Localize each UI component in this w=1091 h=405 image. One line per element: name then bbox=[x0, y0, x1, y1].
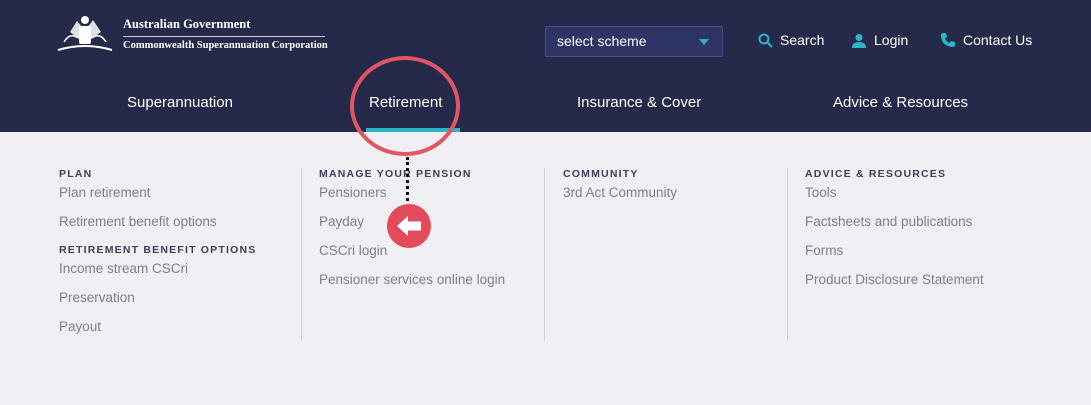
logo-divider bbox=[123, 36, 325, 37]
menu-heading-plan: PLAN bbox=[59, 168, 93, 180]
menu-link-retirement-benefit-options[interactable]: Retirement benefit options bbox=[59, 213, 256, 242]
menu-link-payday[interactable]: Payday bbox=[319, 213, 505, 242]
menu-heading-advice-resources: ADVICE & RESOURCES bbox=[805, 168, 947, 180]
menu-link-3rd-act-community[interactable]: 3rd Act Community bbox=[563, 184, 677, 213]
login-label: Login bbox=[874, 32, 909, 48]
mega-menu: PLAN Plan retirement Retirement benefit … bbox=[0, 132, 1091, 405]
government-logo[interactable]: Australian Government Commonwealth Super… bbox=[50, 12, 330, 56]
search-icon bbox=[758, 33, 773, 48]
menu-divider bbox=[544, 168, 545, 341]
nav-advice-resources[interactable]: Advice & Resources bbox=[833, 94, 968, 111]
menu-divider bbox=[301, 168, 302, 341]
chevron-down-icon bbox=[699, 39, 709, 45]
menu-column-plan: PLAN Plan retirement Retirement benefit … bbox=[59, 168, 256, 347]
nav-insurance-cover[interactable]: Insurance & Cover bbox=[577, 94, 701, 111]
menu-heading-retirement-benefit-options: RETIREMENT BENEFIT OPTIONS bbox=[59, 244, 257, 256]
menu-link-forms[interactable]: Forms bbox=[805, 242, 984, 271]
menu-link-plan-retirement[interactable]: Plan retirement bbox=[59, 184, 256, 213]
menu-link-pensioner-services[interactable]: Pensioner services online login bbox=[319, 271, 505, 300]
menu-link-cscri-login[interactable]: CSCri login bbox=[319, 242, 505, 271]
login-button[interactable]: Login bbox=[851, 32, 908, 48]
menu-link-tools[interactable]: Tools bbox=[805, 184, 984, 213]
menu-link-payout[interactable]: Payout bbox=[59, 318, 256, 347]
coat-of-arms-icon bbox=[57, 16, 113, 51]
menu-column-advice: ADVICE & RESOURCES Tools Factsheets and … bbox=[805, 168, 984, 300]
menu-link-pensioners[interactable]: Pensioners bbox=[319, 184, 505, 213]
menu-link-income-stream[interactable]: Income stream CSCri bbox=[59, 260, 256, 289]
user-icon bbox=[852, 33, 866, 48]
menu-link-pds[interactable]: Product Disclosure Statement bbox=[805, 271, 984, 300]
nav-retirement[interactable]: Retirement bbox=[369, 94, 442, 111]
menu-column-manage-pension: MANAGE YOUR PENSION Pensioners Payday CS… bbox=[319, 168, 505, 300]
contact-button[interactable]: Contact Us bbox=[940, 32, 1032, 48]
search-button[interactable]: Search bbox=[758, 32, 824, 48]
scheme-select-value: select scheme bbox=[557, 33, 647, 49]
menu-link-preservation[interactable]: Preservation bbox=[59, 289, 256, 318]
search-label: Search bbox=[780, 32, 825, 48]
menu-heading-manage-your-pension: MANAGE YOUR PENSION bbox=[319, 168, 472, 180]
site-header: Australian Government Commonwealth Super… bbox=[0, 0, 1091, 132]
menu-divider bbox=[787, 168, 788, 341]
menu-heading-community: COMMUNITY bbox=[563, 168, 639, 180]
menu-link-factsheets[interactable]: Factsheets and publications bbox=[805, 213, 984, 242]
scheme-select[interactable]: select scheme bbox=[545, 26, 723, 57]
corporation-name: Commonwealth Superannuation Corporation bbox=[123, 40, 328, 51]
menu-column-community: COMMUNITY 3rd Act Community bbox=[563, 168, 677, 213]
government-name: Australian Government bbox=[123, 17, 251, 31]
phone-icon bbox=[941, 33, 955, 47]
nav-superannuation[interactable]: Superannuation bbox=[127, 94, 233, 111]
contact-label: Contact Us bbox=[963, 32, 1033, 48]
